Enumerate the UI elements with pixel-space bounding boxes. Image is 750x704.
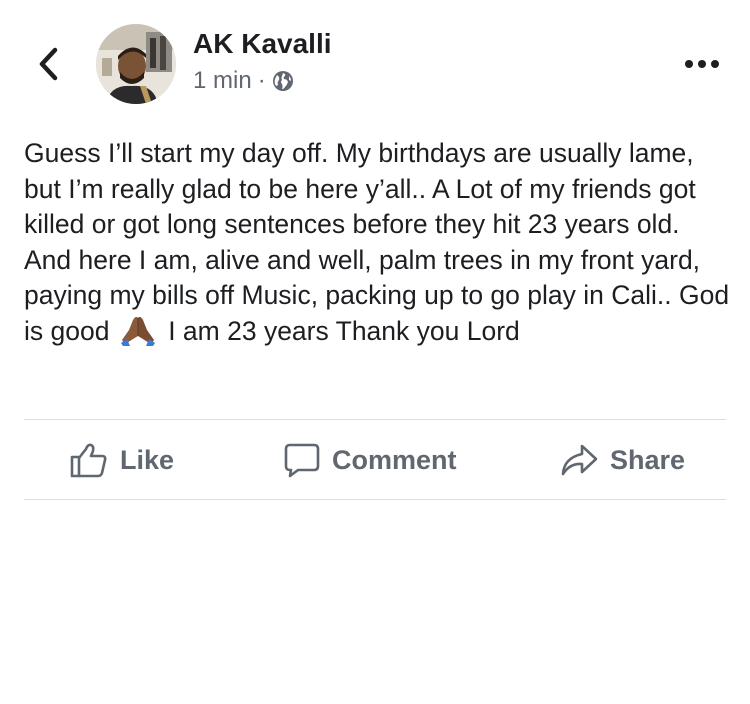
globe-icon bbox=[272, 71, 293, 91]
share-button[interactable]: Share bbox=[560, 420, 685, 500]
folded-hands-emoji-icon bbox=[119, 314, 157, 356]
more-options-button[interactable] bbox=[680, 50, 724, 78]
more-dots-icon bbox=[685, 60, 719, 68]
comment-bubble-icon bbox=[284, 443, 320, 478]
post-meta: 1 min · bbox=[193, 66, 294, 96]
author-name[interactable]: AK Kavalli bbox=[193, 28, 332, 60]
meta-separator: · bbox=[257, 67, 266, 94]
like-label: Like bbox=[120, 444, 175, 475]
divider-bottom bbox=[24, 499, 726, 500]
share-label: Share bbox=[610, 444, 686, 475]
post-paragraph: Guess I’ll start my day off. My birthday… bbox=[24, 138, 696, 239]
post-text-segment: I am 23 years Thank you Lord bbox=[168, 315, 520, 346]
like-button[interactable]: Like bbox=[70, 420, 174, 500]
back-button[interactable] bbox=[28, 44, 68, 84]
thumbs-up-icon bbox=[70, 443, 107, 478]
avatar-photo bbox=[96, 24, 176, 104]
comment-button[interactable]: Comment bbox=[284, 420, 457, 500]
share-arrow-icon bbox=[561, 444, 598, 476]
post-header: AK Kavalli 1 min · bbox=[0, 0, 750, 120]
post-paragraph: And here I am, alive and well, palm tree… bbox=[24, 243, 736, 356]
chevron-left-icon bbox=[39, 47, 58, 81]
post-actions-bar: Like Comment Share bbox=[24, 420, 726, 500]
post-timestamp[interactable]: 1 min bbox=[193, 67, 252, 95]
comment-label: Comment bbox=[332, 444, 457, 475]
post-text: Guess I’ll start my day off. My birthday… bbox=[24, 136, 736, 355]
avatar[interactable] bbox=[96, 24, 176, 104]
